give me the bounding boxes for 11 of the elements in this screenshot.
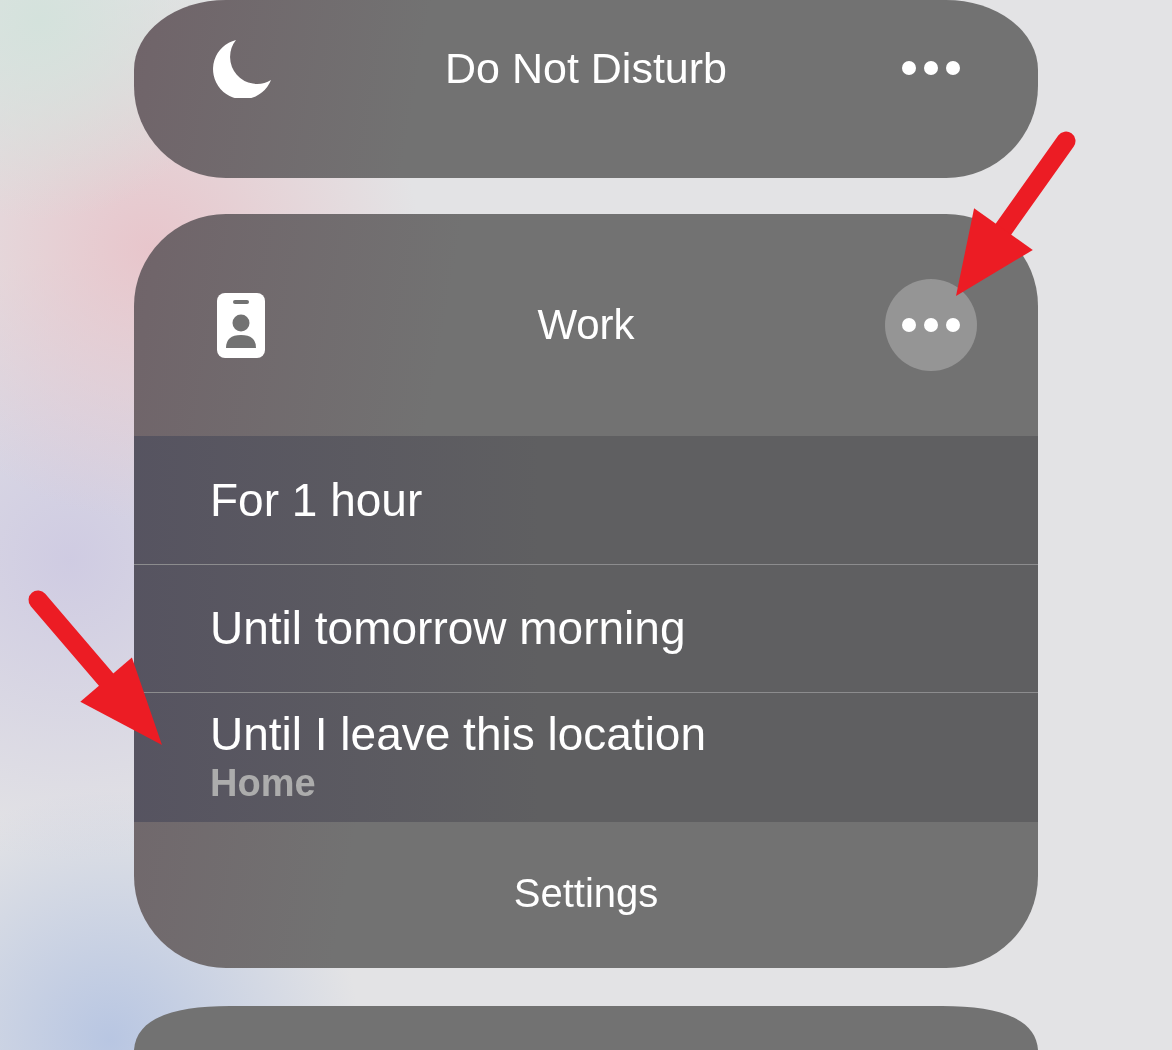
focus-title: Work bbox=[537, 304, 635, 346]
ellipsis-icon bbox=[902, 318, 960, 332]
crescent-moon-icon bbox=[210, 38, 272, 98]
focus-title: Do Not Disturb bbox=[445, 46, 727, 90]
location-detail: Home bbox=[210, 761, 317, 806]
menu-option[interactable]: For 1 hour bbox=[134, 436, 1038, 564]
id-badge-icon bbox=[217, 292, 265, 358]
menu-option[interactable]: Until I leave this location Home bbox=[134, 693, 1038, 822]
ellipsis-icon bbox=[902, 61, 960, 75]
menu-option[interactable]: Until tomorrow morning bbox=[134, 565, 1038, 692]
settings-button[interactable]: Settings bbox=[134, 822, 1038, 968]
